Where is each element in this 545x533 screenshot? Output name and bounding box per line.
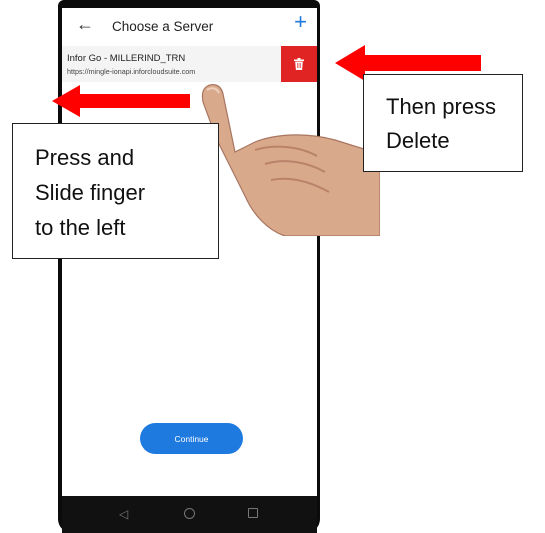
callout-line: Press and [35, 145, 135, 170]
server-name: Infor Go - MILLERIND_TRN [67, 53, 186, 64]
trash-icon [294, 58, 304, 70]
arrow-left-bottom [52, 85, 190, 117]
callout-line: Slide finger [35, 180, 146, 205]
server-url: https://mingle-ionapi.inforcloudsuite.co… [67, 67, 196, 76]
callout-delete: Then press Delete [363, 74, 523, 172]
plus-icon[interactable]: + [294, 11, 307, 33]
android-nav-bar: ◁ [62, 496, 317, 533]
back-arrow-icon[interactable]: ← [76, 15, 94, 33]
server-list-item[interactable]: Infor Go - MILLERIND_TRN https://mingle-… [62, 46, 317, 82]
callout-slide: Press and Slide finger to the left [12, 123, 219, 259]
callout-line: to the left [35, 215, 126, 240]
callout-line: Delete [386, 128, 450, 153]
app-header: ← Choose a Server + [62, 8, 317, 46]
nav-recents-icon[interactable] [248, 508, 258, 518]
page-title: Choose a Server [112, 19, 214, 34]
continue-button[interactable]: Continue [140, 423, 243, 454]
nav-home-icon[interactable] [184, 508, 195, 519]
delete-button[interactable] [281, 46, 317, 82]
nav-back-icon[interactable]: ◁ [119, 507, 128, 521]
hand-pointing-icon [201, 84, 380, 236]
callout-line: Then press [386, 94, 497, 119]
